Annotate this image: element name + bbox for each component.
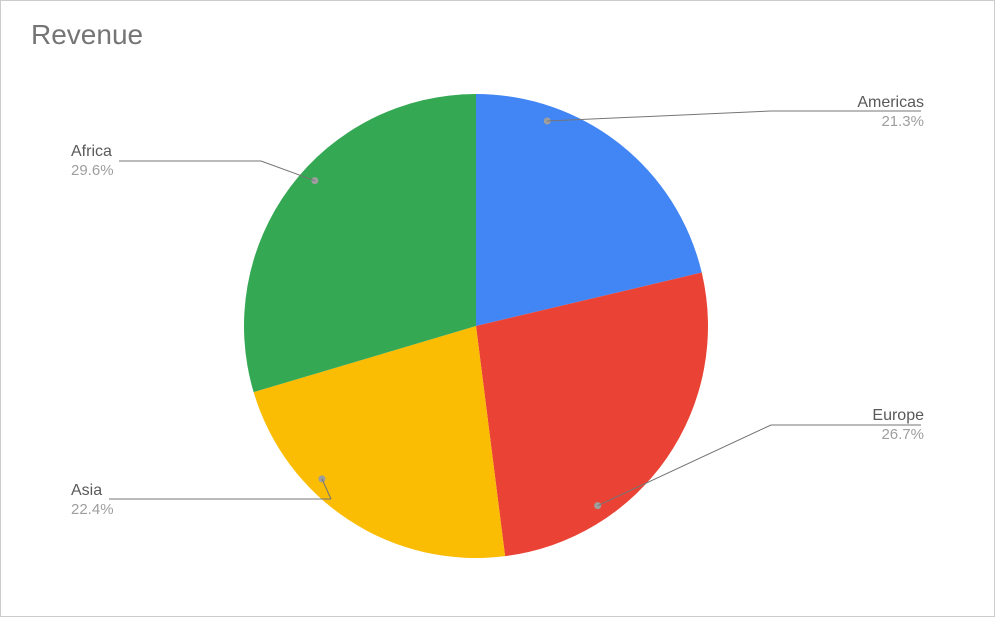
label-name: Africa [71,142,114,162]
label-asia: Asia 22.4% [71,481,114,520]
label-africa: Africa 29.6% [71,142,114,181]
label-europe: Europe 26.7% [872,406,924,445]
label-pct: 22.4% [71,501,114,520]
leader-lines [1,1,996,618]
label-name: Americas [857,93,924,113]
label-pct: 21.3% [857,113,924,132]
label-name: Europe [872,406,924,426]
label-name: Asia [71,481,114,501]
pie-chart: Revenue Americas 21.3% Europe 26.7% Asia… [0,0,995,617]
pie-wrapper: Americas 21.3% Europe 26.7% Asia 22.4% A… [1,1,994,616]
label-pct: 26.7% [872,426,924,445]
label-pct: 29.6% [71,162,114,181]
label-americas: Americas 21.3% [857,93,924,132]
